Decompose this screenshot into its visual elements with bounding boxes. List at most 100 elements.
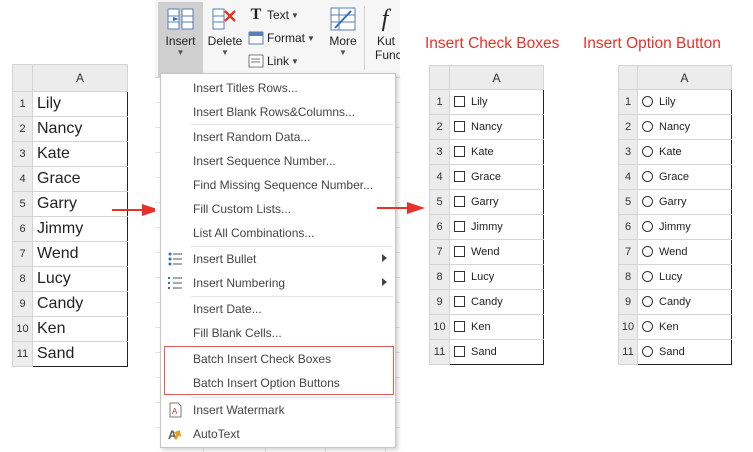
row-header[interactable]: 9: [429, 289, 450, 315]
insert-button[interactable]: Insert ▼: [158, 2, 203, 77]
checkbox[interactable]: [454, 121, 465, 132]
menu-item-insert-watermark[interactable]: A Insert Watermark: [161, 398, 395, 422]
row-header[interactable]: 8: [12, 266, 33, 292]
row-header[interactable]: 6: [618, 214, 638, 240]
row-header[interactable]: 5: [429, 189, 450, 215]
row-header[interactable]: 11: [429, 339, 450, 365]
checkbox[interactable]: [454, 296, 465, 307]
menu-item-insert-bullet[interactable]: Insert Bullet: [161, 247, 395, 271]
corner-cell[interactable]: [12, 64, 33, 92]
cell[interactable]: Garry: [637, 189, 732, 215]
cell[interactable]: Wend: [637, 239, 732, 265]
row-header[interactable]: 7: [429, 239, 450, 265]
row-header[interactable]: 2: [429, 114, 450, 140]
cell[interactable]: Grace: [637, 164, 732, 190]
option-button[interactable]: [642, 346, 653, 357]
cell[interactable]: Kate: [449, 139, 544, 165]
corner-cell[interactable]: [618, 65, 638, 90]
cell[interactable]: Garry: [449, 189, 544, 215]
cell[interactable]: Sand: [449, 339, 544, 365]
option-button[interactable]: [642, 121, 653, 132]
menu-item-find-missing-sequence-number[interactable]: Find Missing Sequence Number...: [161, 173, 395, 197]
menu-item-fill-custom-lists[interactable]: Fill Custom Lists...: [161, 197, 395, 221]
row-header[interactable]: 1: [618, 89, 638, 115]
row-header[interactable]: 9: [618, 289, 638, 315]
cell[interactable]: Grace: [32, 166, 128, 192]
cell[interactable]: Kate: [637, 139, 732, 165]
menu-item-insert-blank-rows-columns[interactable]: Insert Blank Rows&Columns...: [161, 100, 395, 124]
row-header[interactable]: 7: [618, 239, 638, 265]
corner-cell[interactable]: [429, 65, 450, 90]
row-header[interactable]: 10: [618, 314, 638, 340]
menu-item-list-all-combinations[interactable]: List All Combinations...: [161, 221, 395, 245]
menu-item-autotext[interactable]: A AutoText: [161, 422, 395, 446]
row-header[interactable]: 10: [12, 316, 33, 342]
checkbox[interactable]: [454, 146, 465, 157]
row-header[interactable]: 4: [429, 164, 450, 190]
row-header[interactable]: 3: [618, 139, 638, 165]
row-header[interactable]: 3: [429, 139, 450, 165]
option-button[interactable]: [642, 146, 653, 157]
row-header[interactable]: 3: [12, 141, 33, 167]
cell[interactable]: Candy: [32, 291, 128, 317]
cell[interactable]: Nancy: [637, 114, 732, 140]
row-header[interactable]: 2: [12, 116, 33, 142]
cell[interactable]: Kate: [32, 141, 128, 167]
option-button[interactable]: [642, 321, 653, 332]
cell[interactable]: Nancy: [449, 114, 544, 140]
row-header[interactable]: 5: [12, 191, 33, 217]
cell[interactable]: Lucy: [637, 264, 732, 290]
format-button[interactable]: Format ▼: [248, 28, 315, 48]
row-header[interactable]: 1: [12, 91, 33, 117]
checkbox[interactable]: [454, 221, 465, 232]
row-header[interactable]: 4: [618, 164, 638, 190]
checkbox[interactable]: [454, 271, 465, 282]
link-button[interactable]: Link ▼: [248, 51, 299, 71]
cell[interactable]: Lily: [449, 89, 544, 115]
cell[interactable]: Nancy: [32, 116, 128, 142]
cell[interactable]: Ken: [32, 316, 128, 342]
row-header[interactable]: 1: [429, 89, 450, 115]
cell[interactable]: Lucy: [32, 266, 128, 292]
option-button[interactable]: [642, 296, 653, 307]
option-button[interactable]: [642, 171, 653, 182]
cell[interactable]: Sand: [32, 341, 128, 367]
checkbox[interactable]: [454, 96, 465, 107]
row-header[interactable]: 5: [618, 189, 638, 215]
row-header[interactable]: 11: [12, 341, 33, 367]
cell[interactable]: Lily: [32, 91, 128, 117]
cell[interactable]: Jimmy: [449, 214, 544, 240]
option-button[interactable]: [642, 246, 653, 257]
cell[interactable]: Ken: [637, 314, 732, 340]
checkbox[interactable]: [454, 196, 465, 207]
option-button[interactable]: [642, 196, 653, 207]
row-header[interactable]: 10: [429, 314, 450, 340]
cell[interactable]: Ken: [449, 314, 544, 340]
cell[interactable]: Grace: [449, 164, 544, 190]
column-header-a[interactable]: A: [637, 65, 732, 90]
menu-item-insert-titles-rows[interactable]: Insert Titles Rows...: [161, 76, 395, 100]
cell[interactable]: Wend: [32, 241, 128, 267]
checkbox[interactable]: [454, 321, 465, 332]
option-button[interactable]: [642, 271, 653, 282]
row-header[interactable]: 2: [618, 114, 638, 140]
cell[interactable]: Lucy: [449, 264, 544, 290]
text-button[interactable]: T Text ▼: [248, 5, 299, 25]
delete-button[interactable]: Delete ▼: [205, 2, 245, 58]
menu-item-batch-insert-check-boxes[interactable]: Batch Insert Check Boxes: [161, 347, 395, 371]
row-header[interactable]: 8: [618, 264, 638, 290]
row-header[interactable]: 7: [12, 241, 33, 267]
cell[interactable]: Jimmy: [637, 214, 732, 240]
menu-item-insert-date[interactable]: Insert Date...: [161, 297, 395, 321]
row-header[interactable]: 8: [429, 264, 450, 290]
row-header[interactable]: 4: [12, 166, 33, 192]
checkbox[interactable]: [454, 346, 465, 357]
menu-item-batch-insert-option-buttons[interactable]: Batch Insert Option Buttons: [161, 371, 395, 395]
cell[interactable]: Lily: [637, 89, 732, 115]
cell[interactable]: Jimmy: [32, 216, 128, 242]
cell[interactable]: Sand: [637, 339, 732, 365]
row-header[interactable]: 6: [12, 216, 33, 242]
menu-item-fill-blank-cells[interactable]: Fill Blank Cells...: [161, 321, 395, 345]
column-header-a[interactable]: A: [32, 64, 128, 92]
row-header[interactable]: 9: [12, 291, 33, 317]
